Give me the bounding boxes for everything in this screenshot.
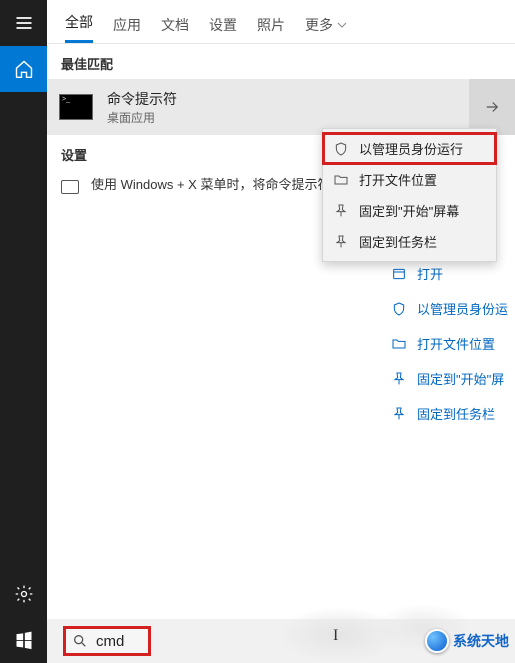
tab-apps[interactable]: 应用: [113, 15, 141, 43]
pin-taskbar-icon: [391, 406, 407, 422]
filter-tabs: 全部 应用 文档 设置 照片 更多: [47, 0, 515, 44]
pin-taskbar-icon: [333, 234, 349, 250]
action-pin-taskbar[interactable]: 固定到任务栏: [385, 396, 515, 431]
watermark-logo: 系统天地: [425, 629, 509, 653]
menu-button[interactable]: [0, 0, 47, 46]
monitor-icon: [61, 180, 79, 194]
text-cursor-icon: I: [333, 627, 338, 645]
tab-settings[interactable]: 设置: [209, 15, 237, 43]
cm-pin-start[interactable]: 固定到"开始"屏幕: [323, 195, 496, 226]
search-icon: [72, 633, 88, 649]
chevron-down-icon: [337, 22, 347, 28]
tab-all[interactable]: 全部: [65, 12, 93, 43]
pin-start-icon: [333, 203, 349, 219]
cmd-icon: [59, 94, 93, 120]
shield-icon: [333, 141, 349, 157]
folder-icon: [333, 172, 349, 188]
cm-open-location[interactable]: 打开文件位置: [323, 164, 496, 195]
settings-button[interactable]: [0, 571, 47, 617]
shield-icon: [391, 301, 407, 317]
home-button[interactable]: [0, 46, 47, 92]
folder-icon: [391, 336, 407, 352]
action-run-admin[interactable]: 以管理员身份运: [385, 291, 515, 326]
globe-icon: [425, 629, 449, 653]
search-field-wrap[interactable]: [63, 626, 151, 656]
action-pin-start[interactable]: 固定到"开始"屏: [385, 361, 515, 396]
cm-run-admin[interactable]: 以管理员身份运行: [323, 133, 496, 164]
search-results-panel: 全部 应用 文档 设置 照片 更多 最佳匹配 命令提示符 桌面应用 设置 使用 …: [47, 0, 515, 663]
tab-more[interactable]: 更多: [305, 15, 347, 43]
action-open-location[interactable]: 打开文件位置: [385, 326, 515, 361]
pin-start-icon: [391, 371, 407, 387]
cm-pin-taskbar[interactable]: 固定到任务栏: [323, 226, 496, 257]
search-input[interactable]: [96, 633, 142, 650]
context-menu: 以管理员身份运行 打开文件位置 固定到"开始"屏幕 固定到任务栏: [322, 128, 497, 262]
left-rail: [0, 0, 47, 663]
windows-start-button[interactable]: [0, 617, 47, 663]
open-icon: [391, 266, 407, 282]
tab-photos[interactable]: 照片: [257, 15, 285, 43]
tab-docs[interactable]: 文档: [161, 15, 189, 43]
